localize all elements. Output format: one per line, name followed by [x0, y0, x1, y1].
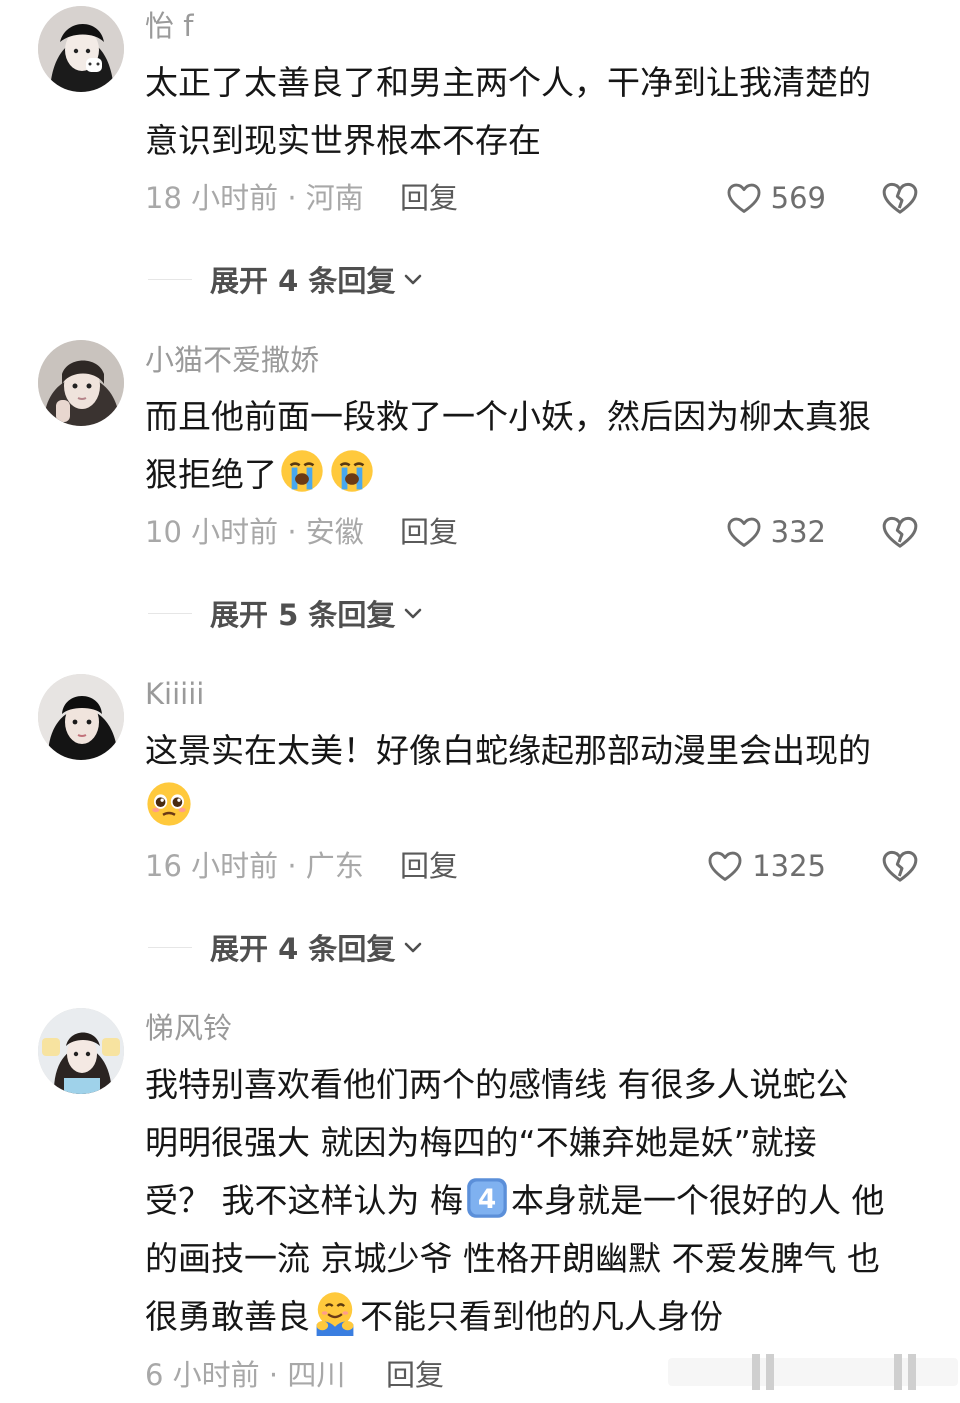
expand-replies-label: 展开 5 条回复: [210, 598, 396, 632]
username[interactable]: Kiiiii: [145, 676, 204, 712]
chevron-down-icon: [405, 608, 422, 619]
expand-replies-label: 展开 4 条回复: [210, 932, 396, 966]
broken-heart-icon[interactable]: [880, 178, 920, 218]
expand-replies-label: 展开 4 条回复: [210, 264, 396, 298]
comment-text-fragment: 本身就是一个很好的人 他: [510, 1181, 885, 1220]
comment-text: 这景实在太美！好像白蛇缘起那部动漫里会出现的: [145, 722, 920, 838]
avatar[interactable]: [38, 340, 124, 426]
broken-heart-icon[interactable]: [880, 846, 920, 886]
comment-line: [145, 780, 920, 838]
avatar[interactable]: [38, 674, 124, 760]
avatar[interactable]: [38, 6, 124, 92]
like-button[interactable]: 332: [725, 512, 826, 552]
comment-line: 明明很强大 就因为梅四的“不嫌弃她是妖”就接: [145, 1123, 817, 1162]
reply-button[interactable]: 回复: [400, 846, 458, 886]
comment-text: 我特别喜欢看他们两个的感情线 有很多人说蛇公 明明很强大 就因为梅四的“不嫌弃她…: [145, 1056, 920, 1346]
expand-replies-row: 展开 4 条回复: [0, 259, 960, 299]
reply-button[interactable]: 回复: [386, 1355, 444, 1395]
loudly-crying-face-icon: [281, 450, 323, 492]
comment-text-fragment: 很勇敢善良: [145, 1297, 310, 1336]
comment-line: 这景实在太美！好像白蛇缘起那部动漫里会出现的: [145, 731, 871, 770]
loudly-crying-face-icon: [331, 450, 373, 492]
comment-line: 而且他前面一段救了一个小妖，然后因为柳太真狠: [145, 397, 871, 436]
svg-text:4: 4: [478, 1184, 496, 1215]
username[interactable]: 小猫不爱撒娇: [145, 342, 319, 378]
watermark-overlay: [668, 1354, 958, 1390]
time-location: 18 小时前 · 河南: [145, 181, 364, 215]
like-button[interactable]: 569: [725, 178, 826, 218]
expand-replies-button[interactable]: 展开 4 条回复: [210, 259, 425, 299]
broken-heart-icon[interactable]: [880, 512, 920, 552]
keycap-4-icon: 4: [467, 1178, 507, 1218]
comment-line: 我特别喜欢看他们两个的感情线 有很多人说蛇公: [145, 1065, 849, 1104]
heart-icon: [727, 517, 761, 547]
like-count: 332: [770, 515, 826, 549]
comment-line: 很勇敢善良 不能只看到他的凡人身份: [145, 1288, 920, 1346]
comment-line: 受？ 我不这样认为 梅 4 本身就是一个很好的人 他: [145, 1172, 920, 1230]
reply-button[interactable]: 回复: [400, 512, 458, 552]
comment-text-fragment: 不能只看到他的凡人身份: [360, 1297, 723, 1336]
expand-replies-button[interactable]: 展开 4 条回复: [210, 927, 425, 967]
time-location: 10 小时前 · 安徽: [145, 515, 364, 549]
comment-line: 狠拒绝了: [145, 446, 920, 504]
divider: [148, 947, 192, 948]
comment-line: 太正了太善良了和男主两个人，干净到让我清楚的: [145, 63, 871, 102]
hugging-face-icon: [316, 1292, 354, 1336]
comment-text-fragment: 狠拒绝了: [145, 455, 277, 494]
expand-replies-row: 展开 5 条回复: [0, 593, 960, 633]
like-count: 569: [770, 181, 826, 215]
time-location: 16 小时前 · 广东: [145, 849, 364, 883]
chevron-down-icon: [405, 942, 422, 953]
comment-text: 而且他前面一段救了一个小妖，然后因为柳太真狠 狠拒绝了: [145, 388, 920, 504]
comment-line: 的画技一流 京城少爷 性格开朗幽默 不爱发脾气 也: [145, 1239, 880, 1278]
expand-replies-button[interactable]: 展开 5 条回复: [210, 593, 425, 633]
divider: [148, 279, 192, 280]
username[interactable]: 悌风铃: [145, 1010, 232, 1046]
username[interactable]: 怡 f: [145, 8, 193, 44]
like-button[interactable]: 1325: [706, 846, 826, 886]
heart-icon: [727, 183, 761, 213]
pleading-face-icon: [147, 782, 191, 826]
chevron-down-icon: [405, 274, 422, 285]
expand-replies-row: 展开 4 条回复: [0, 927, 960, 967]
avatar[interactable]: [38, 1008, 124, 1094]
comment-line: 意识到现实世界根本不存在: [145, 121, 541, 160]
comment-text-fragment: 受？ 我不这样认为 梅: [145, 1181, 463, 1220]
time-location: 6 小时前 · 四川: [145, 1358, 346, 1392]
divider: [148, 613, 192, 614]
reply-button[interactable]: 回复: [400, 178, 458, 218]
like-count: 1325: [752, 849, 826, 883]
heart-icon: [708, 851, 742, 881]
comment-text: 太正了太善良了和男主两个人，干净到让我清楚的 意识到现实世界根本不存在: [145, 54, 920, 170]
